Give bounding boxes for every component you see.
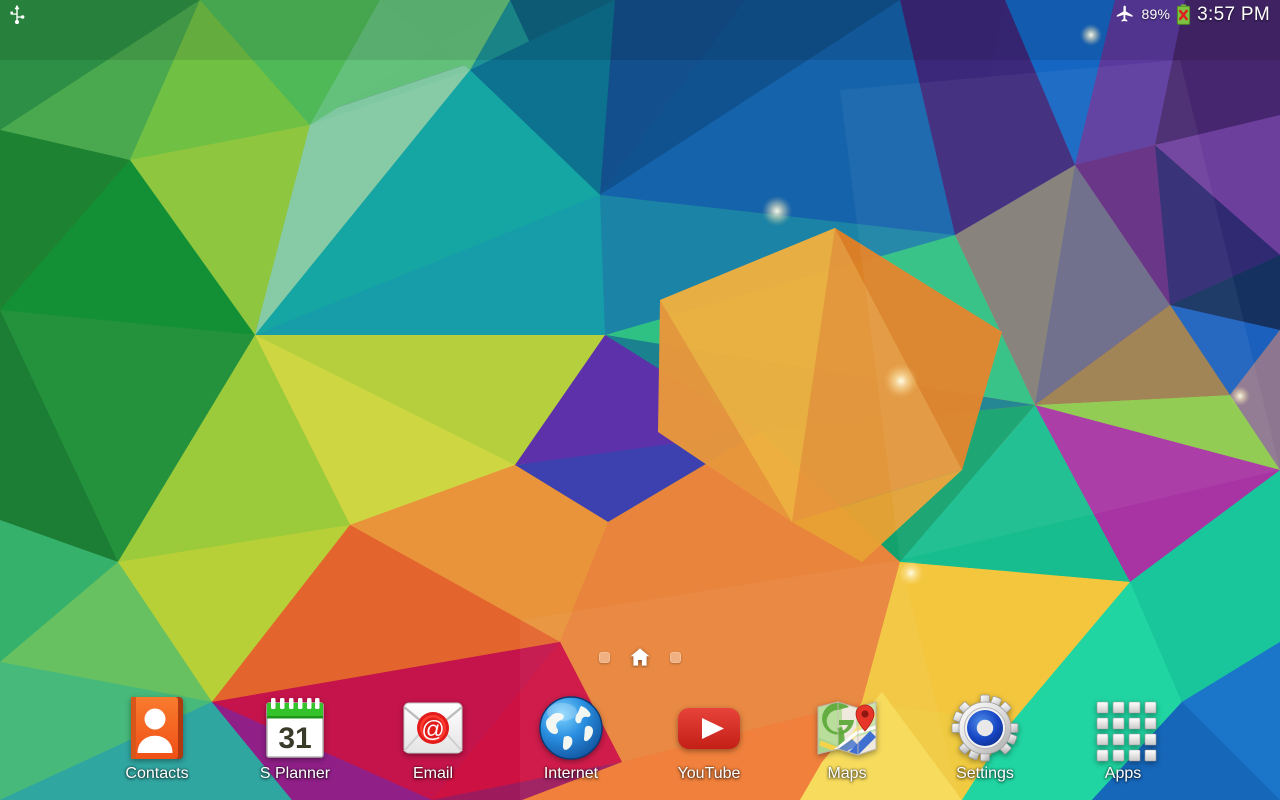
- email-icon: @: [403, 702, 463, 754]
- dock-item-s-planner[interactable]: 31 S Planner: [226, 688, 364, 800]
- dock-item-youtube[interactable]: YouTube: [640, 688, 778, 800]
- dock-item-contacts[interactable]: Contacts: [88, 688, 226, 800]
- usb-icon: [10, 4, 25, 24]
- maps-icon: [817, 701, 877, 756]
- dock-item-maps[interactable]: Maps: [778, 688, 916, 800]
- app-dock: Contacts 31 S Planner @ Email Internet Y…: [0, 688, 1280, 800]
- dock-item-internet[interactable]: Internet: [502, 688, 640, 800]
- calendar-icon-box: 31: [259, 692, 331, 764]
- airplane-icon: [1116, 5, 1133, 22]
- apps-grid-icon: [1096, 701, 1157, 762]
- wallpaper: [0, 0, 1280, 800]
- globe-icon-box: [535, 692, 607, 764]
- battery-error-icon: [1177, 4, 1191, 25]
- home-icon[interactable]: [628, 646, 652, 668]
- page-dot-right[interactable]: [670, 651, 681, 663]
- dock-label-settings: Settings: [956, 765, 1014, 782]
- dock-item-email[interactable]: @ Email: [364, 688, 502, 800]
- dock-item-settings[interactable]: Settings: [916, 688, 1054, 800]
- page-indicator: [0, 646, 1280, 668]
- globe-icon: [539, 696, 603, 760]
- status-bar-left: [8, 4, 26, 24]
- maps-icon-box: [811, 692, 883, 764]
- calendar-day-number: 31: [278, 722, 311, 755]
- dock-label-youtube: YouTube: [677, 765, 741, 782]
- battery-percent-label: 89%: [1141, 6, 1171, 22]
- apps-grid-icon-box: [1087, 692, 1159, 764]
- status-bar[interactable]: 89% 3:57 PM: [0, 0, 1280, 28]
- gear-icon-box: [949, 692, 1021, 764]
- dock-label-s-planner: S Planner: [259, 765, 331, 782]
- page-dot-left[interactable]: [599, 651, 610, 663]
- at-symbol: @: [421, 716, 444, 742]
- dock-item-apps[interactable]: Apps: [1054, 688, 1192, 800]
- contacts-icon: [131, 697, 183, 759]
- dock-label-maps: Maps: [827, 765, 867, 782]
- youtube-icon-box: [673, 692, 745, 764]
- dock-label-contacts: Contacts: [125, 765, 189, 782]
- calendar-icon: 31: [266, 698, 324, 758]
- dock-label-internet: Internet: [543, 765, 599, 782]
- gear-icon: [951, 694, 1019, 762]
- status-bar-clock: 3:57 PM: [1197, 3, 1270, 25]
- youtube-icon: [678, 708, 740, 749]
- home-screen: 89% 3:57 PM Contacts 31 S Planner @ Emai…: [0, 0, 1280, 800]
- dock-label-email: Email: [412, 765, 453, 782]
- email-icon-box: @: [397, 692, 469, 764]
- status-bar-right: 89% 3:57 PM: [1114, 4, 1270, 25]
- contacts-icon-box: [121, 692, 193, 764]
- dock-label-apps: Apps: [1104, 765, 1142, 782]
